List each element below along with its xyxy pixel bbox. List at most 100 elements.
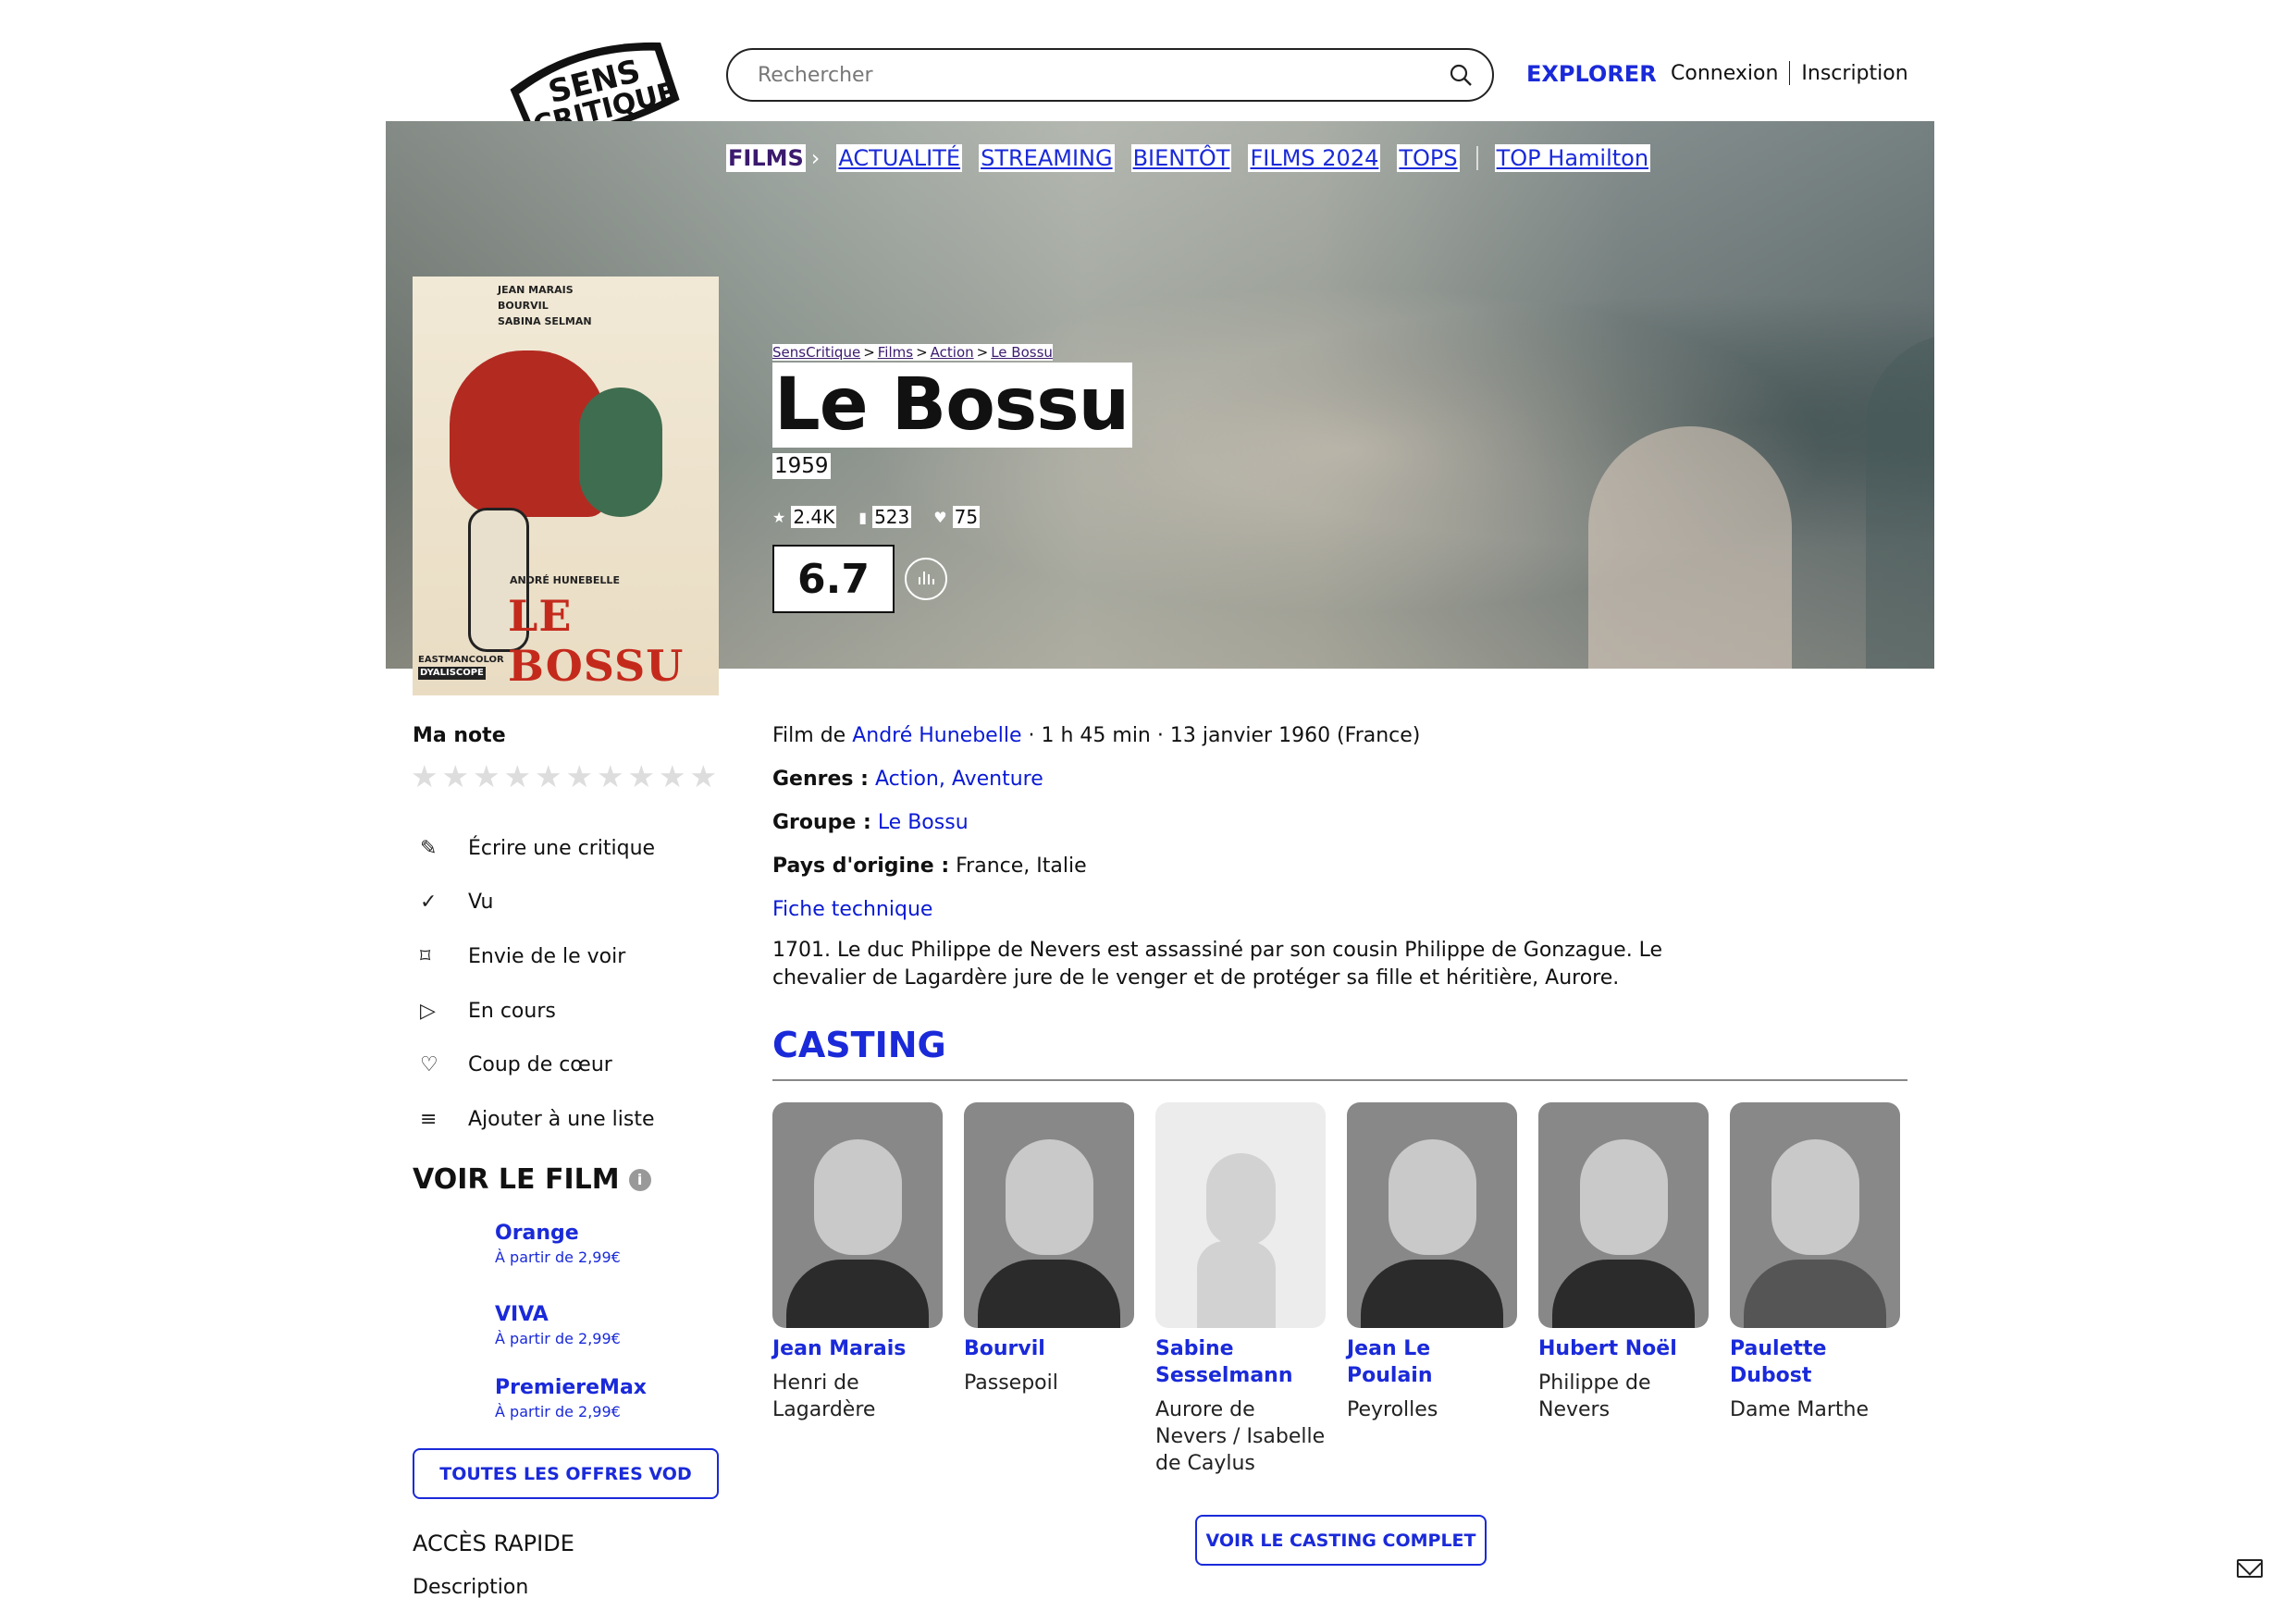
- heart-icon: ♥: [933, 508, 947, 526]
- director-line: Film de André Hunebelle · 1 h 45 min · 1…: [772, 722, 1420, 750]
- heart-icon: ♡: [420, 1053, 438, 1077]
- action-in-progress[interactable]: ▷ En cours: [413, 984, 655, 1039]
- quick-access-description[interactable]: Description: [413, 1576, 528, 1599]
- genres-label: Genres :: [772, 768, 869, 791]
- all-vod-offers-button[interactable]: TOUTES LES OFFRES VOD: [413, 1448, 719, 1499]
- movie-details: · 1 h 45 min · 13 janvier 1960 (France): [1028, 724, 1421, 747]
- mail-icon[interactable]: [2237, 1559, 2263, 1578]
- divider: [772, 1079, 1907, 1081]
- poster-credit: SABINA SELMAN: [498, 315, 592, 327]
- cast-photo[interactable]: [772, 1102, 943, 1328]
- cast-photo[interactable]: [1347, 1102, 1517, 1328]
- genres-links[interactable]: Action, Aventure: [875, 768, 1043, 791]
- genres-line: Genres : Action, Aventure: [772, 766, 1043, 793]
- cast-role: Aurore de Nevers / Isabelle de Caylus: [1155, 1398, 1326, 1475]
- star-icon[interactable]: ★: [411, 760, 442, 793]
- poster-title: LE BOSSU: [508, 591, 685, 691]
- breadcrumb: SensCritique > Films > Action > Le Bossu: [772, 344, 1053, 361]
- breadcrumb-action[interactable]: Action: [931, 344, 974, 361]
- tech-sheet-link[interactable]: Fiche technique: [772, 898, 932, 921]
- vod-price: À partir de 2,99€: [495, 1248, 621, 1266]
- search-input[interactable]: [756, 62, 1448, 88]
- group-link[interactable]: Le Bossu: [878, 811, 969, 834]
- movie-poster[interactable]: JEAN MARAIS BOURVIL SABINA SELMAN ANDRÉ …: [413, 277, 719, 695]
- star-icon[interactable]: ★: [690, 760, 722, 793]
- search-bar[interactable]: [726, 48, 1494, 102]
- cast-photo-placeholder[interactable]: [1155, 1102, 1326, 1328]
- watch-section-title: VOIR LE FILM i: [413, 1163, 651, 1196]
- list-add-icon: ≡: [420, 1107, 438, 1131]
- cast-member[interactable]: Jean Le Poulain Peyrolles: [1347, 1102, 1517, 1423]
- cast-name[interactable]: Jean Le Poulain: [1347, 1335, 1517, 1389]
- nav-actualite[interactable]: ACTUALITÉ: [836, 144, 963, 172]
- country-line: Pays d'origine : France, Italie: [772, 853, 1087, 880]
- star-icon[interactable]: ★: [659, 760, 690, 793]
- vod-offer-premieremax[interactable]: PremiereMax À partir de 2,99€: [495, 1374, 647, 1422]
- breadcrumb-current[interactable]: Le Bossu: [991, 344, 1053, 361]
- breadcrumb-films[interactable]: Films: [878, 344, 913, 361]
- poster-tech: EASTMANCOLOR: [418, 655, 504, 665]
- movie-stats: ★ 2.4K ▮ 523 ♥ 75: [772, 506, 1002, 528]
- chevron-right-icon: ›: [810, 145, 821, 171]
- action-write-review[interactable]: ✎ Écrire une critique: [413, 821, 655, 876]
- director-link[interactable]: André Hunebelle: [852, 724, 1021, 747]
- cast-member[interactable]: Hubert Noël Philippe de Nevers: [1538, 1102, 1709, 1423]
- signup-link[interactable]: Inscription: [1801, 62, 1907, 85]
- nav-bientot[interactable]: BIENTÔT: [1130, 144, 1232, 172]
- action-favorite[interactable]: ♡ Coup de cœur: [413, 1038, 655, 1092]
- bar-chart-icon: [919, 572, 934, 584]
- bookmark-icon: ⌑: [420, 944, 431, 968]
- action-seen[interactable]: ✓ Vu: [413, 876, 655, 930]
- action-wishlist[interactable]: ⌑ Envie de le voir: [413, 929, 655, 984]
- nav-top-hamilton[interactable]: TOP Hamilton: [1494, 144, 1651, 172]
- ratings-count: 2.4K: [791, 506, 837, 528]
- cast-role: Philippe de Nevers: [1538, 1371, 1651, 1421]
- rating-distribution-button[interactable]: [905, 558, 947, 600]
- cast-member[interactable]: Bourvil Passepoil: [964, 1102, 1134, 1396]
- cast-member[interactable]: Jean Marais Henri de Lagardère: [772, 1102, 943, 1423]
- cast-member[interactable]: Paulette Dubost Dame Marthe: [1730, 1102, 1900, 1423]
- cast-name[interactable]: Paulette Dubost: [1730, 1335, 1900, 1389]
- cast-role: Peyrolles: [1347, 1398, 1438, 1421]
- action-label: En cours: [468, 999, 556, 1023]
- star-icon[interactable]: ★: [566, 760, 598, 793]
- vod-offer-viva[interactable]: VIVA À partir de 2,99€: [495, 1301, 621, 1349]
- cast-role: Dame Marthe: [1730, 1398, 1869, 1421]
- cast-role: Henri de Lagardère: [772, 1371, 876, 1421]
- star-icon[interactable]: ★: [504, 760, 536, 793]
- favorites-count: 75: [952, 506, 981, 528]
- explorer-link[interactable]: EXPLORER: [1526, 61, 1657, 87]
- auth-links: Connexion Inscription: [1671, 61, 1908, 85]
- cast-name[interactable]: Bourvil: [964, 1335, 1134, 1362]
- cast-name[interactable]: Jean Marais: [772, 1335, 943, 1362]
- cast-name[interactable]: Sabine Sesselmann: [1155, 1335, 1326, 1389]
- search-icon[interactable]: [1448, 62, 1474, 88]
- star-icon[interactable]: ★: [628, 760, 660, 793]
- rating-stars[interactable]: ★ ★ ★ ★ ★ ★ ★ ★ ★ ★: [411, 760, 721, 793]
- cast-photo[interactable]: [1538, 1102, 1709, 1328]
- action-label: Vu: [468, 891, 494, 915]
- poster-credit: JEAN MARAIS: [498, 284, 574, 296]
- login-link[interactable]: Connexion: [1671, 62, 1778, 85]
- wishlist-count: 523: [872, 506, 912, 528]
- star-icon[interactable]: ★: [535, 760, 566, 793]
- action-add-to-list[interactable]: ≡ Ajouter à une liste: [413, 1092, 655, 1147]
- page-title: Le Bossu: [772, 363, 1133, 448]
- cast-photo[interactable]: [964, 1102, 1134, 1328]
- breadcrumb-senscritique[interactable]: SensCritique: [772, 344, 860, 361]
- user-actions: ✎ Écrire une critique ✓ Vu ⌑ Envie de le vo…: [413, 821, 655, 1147]
- star-icon[interactable]: ★: [442, 760, 474, 793]
- star-icon[interactable]: ★: [597, 760, 628, 793]
- star-icon[interactable]: ★: [473, 760, 504, 793]
- info-icon[interactable]: i: [628, 1168, 651, 1191]
- cast-member[interactable]: Sabine Sesselmann Aurore de Nevers / Isa…: [1155, 1102, 1326, 1477]
- nav-films[interactable]: FILMS: [726, 144, 806, 172]
- nav-tops[interactable]: TOPS: [1397, 144, 1460, 172]
- star-icon: ★: [772, 508, 786, 526]
- nav-films-2024[interactable]: FILMS 2024: [1248, 144, 1381, 172]
- full-casting-button[interactable]: VOIR LE CASTING COMPLET: [1195, 1515, 1487, 1566]
- nav-streaming[interactable]: STREAMING: [979, 144, 1115, 172]
- cast-name[interactable]: Hubert Noël: [1538, 1335, 1709, 1362]
- cast-photo[interactable]: [1730, 1102, 1900, 1328]
- vod-offer-orange[interactable]: Orange À partir de 2,99€: [495, 1220, 621, 1268]
